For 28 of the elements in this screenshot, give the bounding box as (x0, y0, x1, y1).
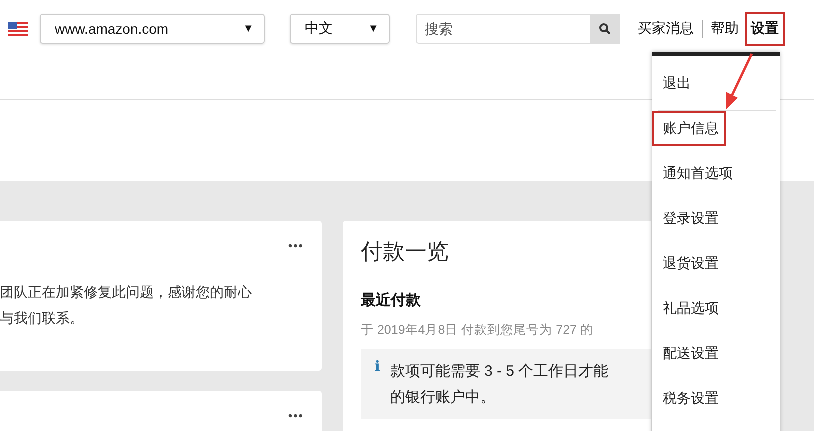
menu-item[interactable]: 账户信息 (652, 111, 726, 146)
info-icon: i (375, 359, 380, 411)
search-field[interactable]: 搜索 (416, 14, 590, 44)
more-options-button[interactable]: ••• (0, 239, 304, 253)
payment-date-text: 于 2019年4月8日 付款到您尾号为 727 的 (361, 322, 594, 339)
language-select[interactable]: 中文 ▼ (290, 14, 390, 44)
menu-item[interactable]: 登录设置 (652, 201, 780, 246)
notice-text: 款项可能需要 3 - 5 个工作日才能 (390, 362, 609, 382)
menu-item[interactable]: 礼品选项 (652, 291, 780, 336)
menu-item[interactable]: 退货设置 (652, 246, 780, 291)
marketplace-select[interactable]: www.amazon.com ▼ (40, 14, 265, 44)
search-button[interactable] (590, 14, 620, 44)
header-link[interactable]: 设置 (745, 12, 785, 46)
header-link[interactable]: 买家消息 (632, 12, 700, 46)
notice-text: 的银行账户中。 (390, 388, 496, 408)
card-text: 与我们联系。 (0, 309, 85, 328)
card-title: 付款一览 (361, 238, 450, 266)
caret-icon: ▼ (243, 23, 254, 35)
more-options-button[interactable]: ••• (0, 409, 304, 423)
card-text: 团队正在加紧修复此问题，感谢您的耐心 (0, 283, 253, 302)
caret-icon: ▼ (368, 23, 379, 35)
us-flag-icon (8, 22, 28, 36)
header-link[interactable]: 帮助 (705, 12, 745, 46)
menu-item[interactable]: 税务设置 (652, 381, 780, 426)
menu-item[interactable]: 配送设置 (652, 336, 780, 381)
menu-item[interactable]: 通知首选项 (652, 156, 780, 201)
section-heading: 最近付款 (361, 291, 422, 310)
search-icon (599, 23, 611, 35)
